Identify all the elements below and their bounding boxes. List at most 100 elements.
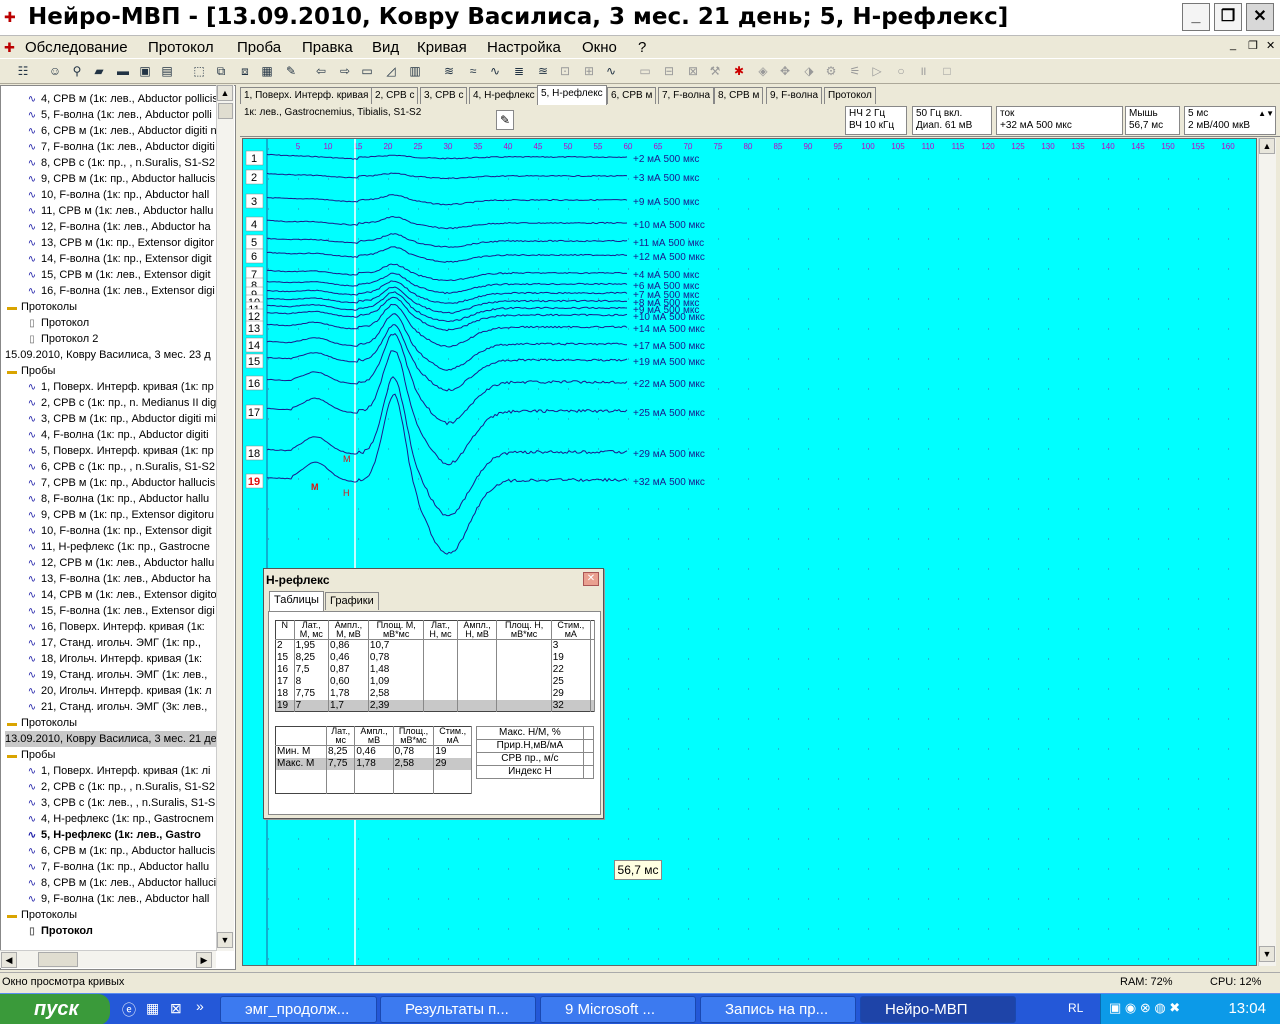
minimize-button[interactable]: _ (1182, 3, 1210, 31)
mdi-minimize-icon[interactable]: _ (1230, 39, 1236, 51)
tree-probe-item[interactable]: ∿ 6, СРВ м (1к: лев., Abductor digiti n (25, 123, 217, 139)
table-row[interactable]: 2 1,95 0,86 10,7 3 (275, 639, 596, 652)
tree-probe-item[interactable]: ∿ 9, F-волна (1к: лев., Abductor hall (25, 891, 210, 907)
tree-probe-item[interactable]: ∿ 10, F-волна (1к: пр., Abductor hall (25, 187, 209, 203)
tree-protocols-folder[interactable]: ▬ Протоколы (5, 299, 77, 315)
tree-probe-item[interactable]: ∿ 12, F-волна (1к: лев., Abductor ha (25, 219, 211, 235)
stop-icon[interactable]: □ (938, 62, 956, 80)
tab-probe-4[interactable]: 4, Н-рефлекс (469, 87, 539, 104)
wave6-icon[interactable]: ⊡ (556, 62, 574, 80)
notch-box[interactable]: 50 Гц вкл. Диап. 61 мВ (912, 106, 992, 135)
wave7-icon[interactable]: ⊞ (580, 62, 598, 80)
tab-graphs[interactable]: Графики (325, 592, 379, 610)
tool9-icon[interactable]: ⚙ (822, 62, 840, 80)
folder-icon[interactable]: ▬ (114, 62, 132, 80)
tree-probe-item[interactable]: ∿ 14, СРВ м (1к: лев., Extensor digito (25, 587, 217, 603)
tool8-icon[interactable]: ⬗ (800, 62, 818, 80)
close-button[interactable]: ✕ (1246, 3, 1274, 31)
tree-probe-item[interactable]: ∿ 8, СРВ м (1к: лев., Abductor halluci (25, 875, 216, 891)
plot-scroll-down-icon[interactable]: ▼ (1259, 946, 1275, 962)
tab-probe-1[interactable]: 1, Поверх. Интерф. кривая (240, 87, 373, 104)
scroll-up-icon[interactable]: ▲ (217, 85, 233, 101)
menu-edit[interactable]: Правка (302, 39, 353, 56)
tree-probe-item[interactable]: ∿ 19, Станд. игольч. ЭМГ (1к: лев., (25, 667, 207, 683)
plot-vertical-scrollbar[interactable]: ▲ ▼ (1258, 138, 1276, 966)
tree-probe-item[interactable]: ∿ 8, F-волна (1к: пр., Abductor hallu (25, 491, 209, 507)
arrow-right-icon[interactable]: ⇨ (336, 62, 354, 80)
tree-probe-item[interactable]: ∿ 3, СРВ м (1к: пр., Abductor digiti mi (25, 411, 216, 427)
notes-icon[interactable]: ✎ (496, 110, 514, 130)
tree-probe-item[interactable]: ∿ 7, F-волна (1к: лев., Abductor digiti (25, 139, 215, 155)
menu-window[interactable]: Окно (582, 39, 617, 56)
patient-icon[interactable]: ☺ (46, 62, 64, 80)
scroll-left-icon[interactable]: ◀ (1, 952, 17, 968)
start-button[interactable]: пуск (0, 994, 110, 1024)
chart-icon[interactable]: ◿ (382, 62, 400, 80)
tree-probes-folder[interactable]: ▬ Пробы (5, 747, 55, 763)
tree-probe-item[interactable]: ∿ 2, СРВ с (1к: пр., n. Medianus II dig (25, 395, 216, 411)
filter-box[interactable]: НЧ 2 Гц ВЧ 10 кГц (845, 106, 907, 135)
tree-probe-item[interactable]: ∿ 7, F-волна (1к: пр., Abductor hallu (25, 859, 209, 875)
tree-probe-item[interactable]: ∿ 15, F-волна (1к: лев., Extensor digi (25, 603, 215, 619)
tab-protocol[interactable]: Протокол (824, 87, 876, 104)
tree-probe-item[interactable]: ∿ 6, СРВ с (1к: пр., , n.Suralis, S1-S2 (25, 459, 215, 475)
plot-scroll-up-icon[interactable]: ▲ (1259, 138, 1275, 154)
copy-icon[interactable]: ⧉ (212, 62, 230, 80)
curve-plot[interactable]: 5 10 15 20 25 30 35 40 45 50 55 60 65 70 75 80 85 90 95 100… (242, 138, 1257, 966)
tool3-icon[interactable]: ⊠ (684, 62, 702, 80)
table-row[interactable]: 16 7,5 0,87 1,48 22 (275, 663, 596, 676)
tree-horizontal-scrollbar[interactable]: ◀ ▶ (0, 950, 216, 968)
wave1-icon[interactable]: ≋ (440, 62, 458, 80)
tree-probe-item[interactable]: ∿ 18, Игольч. Интерф. кривая (1к: (25, 651, 202, 667)
table-row[interactable]: Индекс Н (476, 765, 595, 779)
tab-probe-9[interactable]: 9, F-волна (766, 87, 823, 104)
menu-exam[interactable]: Обследование (25, 39, 128, 56)
tree-probe-item[interactable]: ∿ 16, Поверх. Интерф. кривая (1к: (25, 619, 205, 635)
open-folder-icon[interactable]: ▰ (90, 62, 108, 80)
save-all-icon[interactable]: ▤ (158, 62, 176, 80)
tool4-icon[interactable]: ⚒ (706, 62, 724, 80)
mdi-restore-icon[interactable]: ❐ (1248, 39, 1258, 52)
menu-protocol[interactable]: Протокол (148, 39, 214, 56)
tree-exam-date-selected[interactable]: 13.09.2010, Ковру Василиса, 3 мес. 21 де (5, 731, 219, 747)
table-row[interactable] (275, 781, 472, 794)
tree-probe-item[interactable]: ∿ 13, СРВ м (1к: пр., Extensor digitor (25, 235, 214, 251)
tool5-icon[interactable]: ✱ (730, 62, 748, 80)
table-row[interactable]: Макс. М 7,75 1,78 2,58 29 (275, 757, 472, 770)
sweep-spin-icon[interactable]: ▲▼ (1258, 108, 1274, 120)
wave2-icon[interactable]: ≈ (464, 62, 482, 80)
edit-icon[interactable]: ✎ (282, 62, 300, 80)
tree-probe-item[interactable]: ∿ 15, СРВ м (1к: лев., Extensor digit (25, 267, 211, 283)
tree-vertical-scrollbar[interactable]: ▲ ▼ (216, 85, 234, 951)
tree-probe-item[interactable]: ∿ 2, СРВ с (1к: пр., , n.Suralis, S1-S2 (25, 779, 215, 795)
tree-probe-item[interactable]: ∿ 8, СРВ с (1к: пр., , n.Suralis, S1-S2 (25, 155, 215, 171)
tab-tables[interactable]: Таблицы (269, 591, 324, 611)
tree-probe-item[interactable]: ∿ 7, СРВ м (1к: пр., Abductor hallucis (25, 475, 215, 491)
mdi-close-icon[interactable]: ✕ (1266, 39, 1275, 52)
arrow-left-icon[interactable]: ⇦ (312, 62, 330, 80)
tree-probe-item[interactable]: ∿ 16, F-волна (1к: лев., Extensor digi (25, 283, 215, 299)
wave4-icon[interactable]: ≣ (510, 62, 528, 80)
task-emg[interactable]: эмг_продолж... (220, 996, 377, 1023)
dialog-close-icon[interactable]: ✕ (583, 572, 599, 586)
tree-probe-item[interactable]: ∿ 5, Поверх. Интерф. кривая (1к: пр (25, 443, 214, 459)
tree-probe-item[interactable]: ∿ 4, F-волна (1к: пр., Abductor digiti (25, 427, 209, 443)
table-row[interactable]: 19 7 1,7 2,39 32 (275, 699, 596, 712)
table-row[interactable]: Макс. Н/М, % (476, 726, 595, 740)
tree-probe-item[interactable]: ∿ 4, Н-рефлекс (1к: пр., Gastrocnem (25, 811, 214, 827)
scroll-thumb[interactable] (218, 103, 233, 119)
scroll-down-icon[interactable]: ▼ (217, 932, 233, 948)
paste-icon[interactable]: ▦ (258, 62, 276, 80)
record-icon[interactable]: ○ (892, 62, 910, 80)
task-results[interactable]: Результаты п... (380, 996, 536, 1023)
menu-probe[interactable]: Проба (237, 39, 281, 56)
maximize-button[interactable]: ❐ (1214, 3, 1242, 31)
wave5-icon[interactable]: ≊ (534, 62, 552, 80)
curve-svg[interactable]: 5 10 15 20 25 30 35 40 45 50 55 60 65 70 75 80 85 90 95 100… (243, 139, 1256, 965)
tool6-icon[interactable]: ◈ (754, 62, 772, 80)
hscroll-thumb[interactable] (38, 952, 78, 967)
find-icon[interactable]: ⚲ (68, 62, 86, 80)
tree-protocol-item[interactable]: ▯ Протокол 2 (25, 331, 98, 347)
scroll-right-icon[interactable]: ▶ (196, 952, 212, 968)
tree-protocol-item[interactable]: ▯ Протокол (25, 923, 93, 939)
